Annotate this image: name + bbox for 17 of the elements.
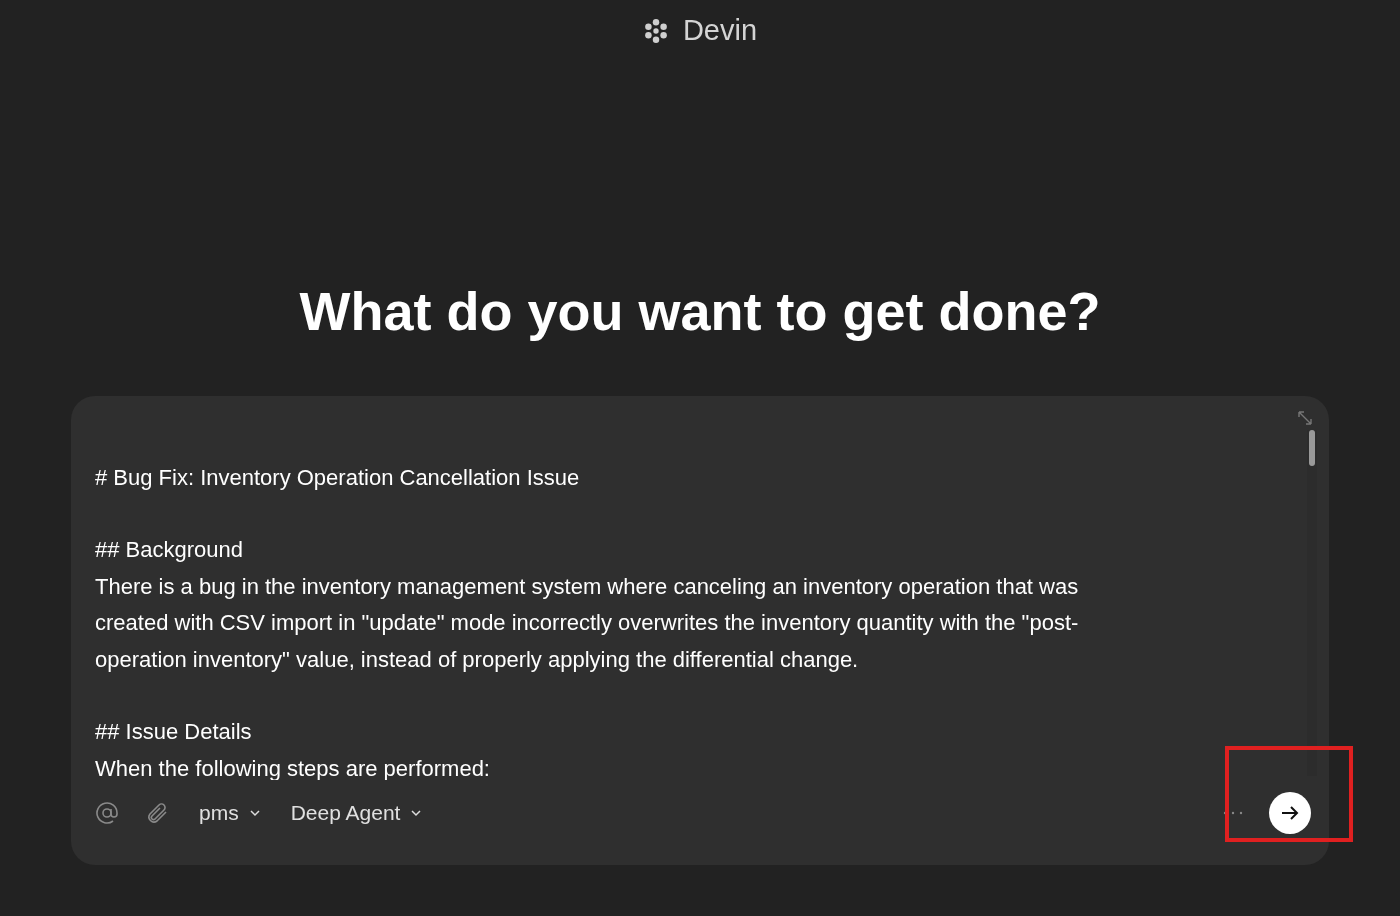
repo-dropdown[interactable]: pms: [199, 800, 261, 825]
more-icon[interactable]: [1223, 810, 1243, 815]
brand-name: Devin: [682, 14, 758, 47]
send-button[interactable]: [1269, 791, 1311, 834]
flower-logo-icon: [642, 17, 669, 44]
prompt-line: When the following steps are performed:: [95, 754, 491, 780]
page-heading: What do you want to get done?: [299, 280, 1101, 343]
prompt-line: ## Background: [95, 536, 244, 565]
prompt-line: ## Issue Details: [95, 718, 253, 747]
at-sign-icon[interactable]: [95, 800, 119, 825]
expand-icon[interactable]: [1297, 409, 1313, 426]
prompt-line: # Bug Fix: Inventory Operation Cancellation Issue: [95, 463, 581, 492]
prompt-line: created with CSV import in "update" mode incorrectly overwrites the inventory quantity with the "post-: [95, 609, 1080, 638]
agent-dropdown[interactable]: Deep Agent: [290, 800, 423, 825]
prompt-line: operation inventory" value, instead of properly applying the differential change.: [95, 645, 860, 674]
paperclip-icon[interactable]: [145, 800, 169, 825]
prompt-line: There is a bug in the inventory management system where canceling an inventory operation that was: [95, 572, 1080, 601]
